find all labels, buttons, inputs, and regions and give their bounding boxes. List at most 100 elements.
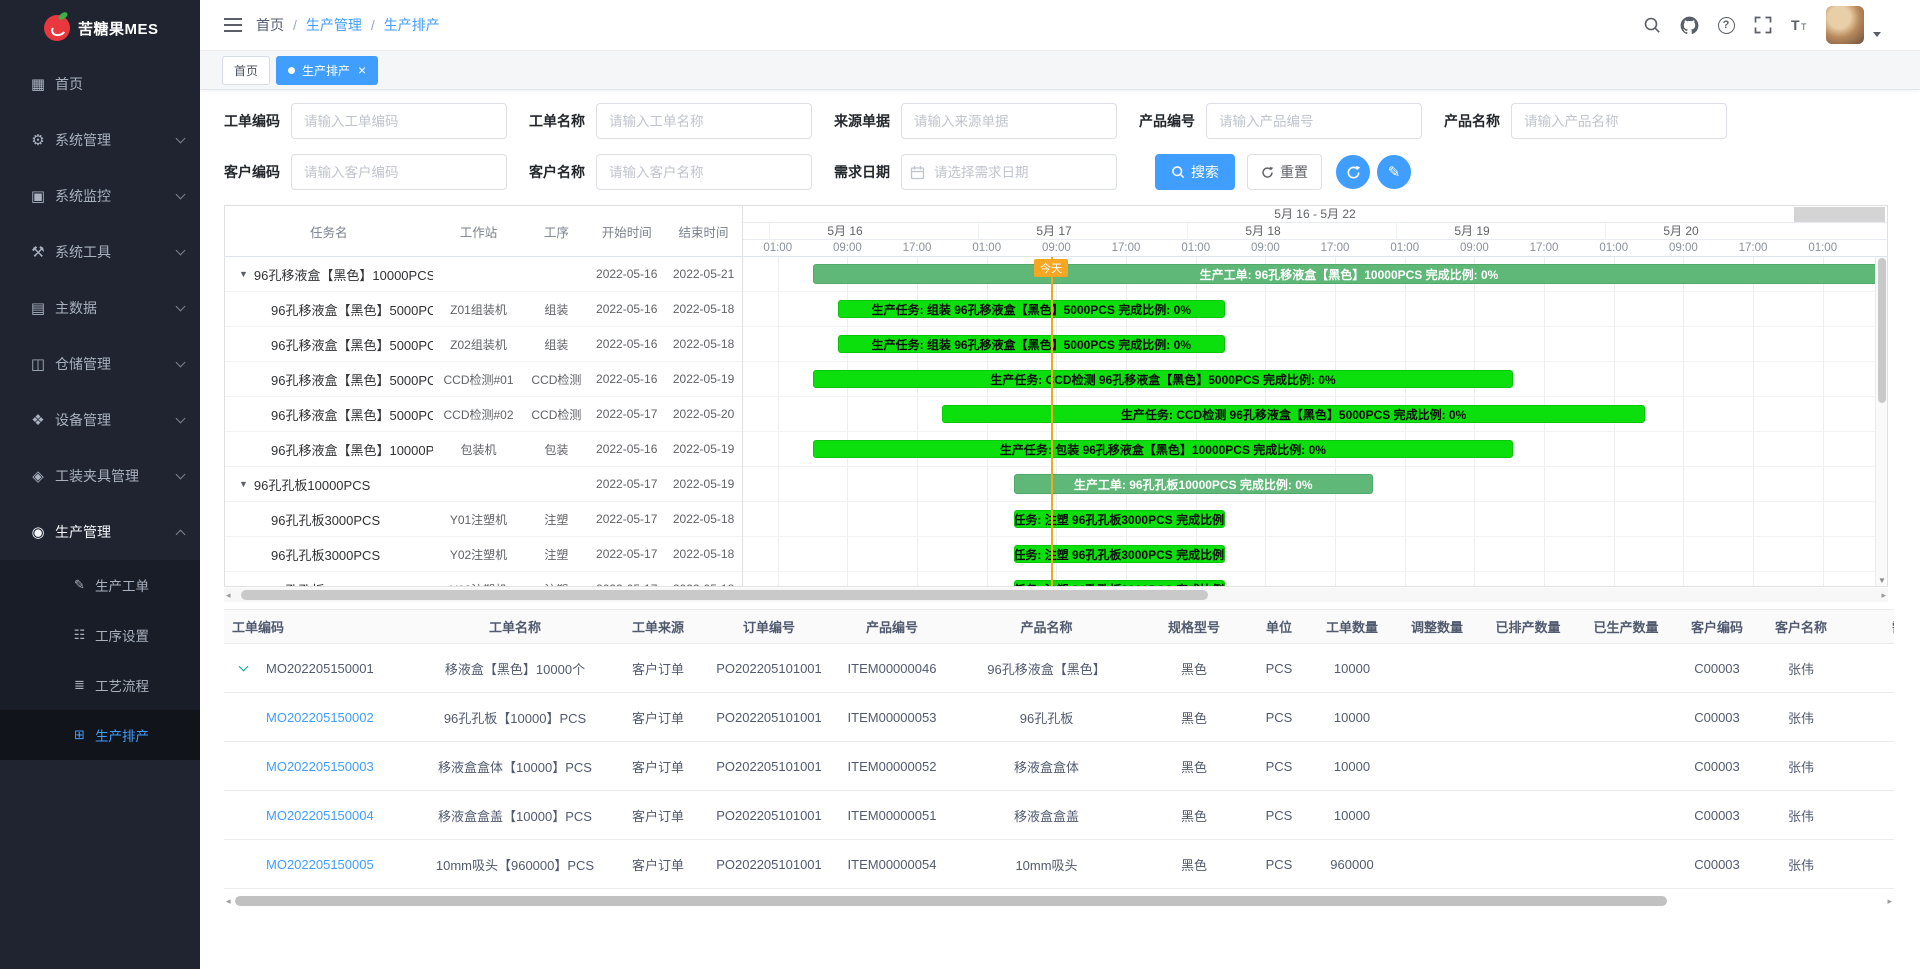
gantt-workorder-bar[interactable]: 生产工单: 96孔移液盒【黑色】10000PCS 完成比例: 0% <box>813 264 1875 284</box>
search-icon[interactable] <box>1641 14 1663 36</box>
gantt-row-line <box>743 501 1875 502</box>
refresh-button[interactable] <box>1336 155 1370 189</box>
breadcrumb-item[interactable]: / 生产管理 <box>284 15 362 35</box>
gantt-row-line <box>743 361 1875 362</box>
sidebar-menu-item[interactable]: ▤ 主数据 <box>0 280 200 336</box>
sidebar-submenu-item[interactable]: ☷ 工序设置 <box>0 610 200 660</box>
expand-chevron-icon[interactable] <box>239 661 249 671</box>
sidebar-menu-item[interactable]: ◈ 工装夹具管理 <box>0 448 200 504</box>
scroll-right-arrow[interactable]: ▸ <box>1887 894 1892 908</box>
order-row[interactable]: MO202205150002 96孔孔板【10000】PCS客户订单PO2022… <box>224 693 1894 742</box>
workorder-link[interactable]: MO202205150001 <box>266 661 374 676</box>
sidebar-menu-item[interactable]: ◫ 仓储管理 <box>0 336 200 392</box>
workorder-link[interactable]: MO202205150003 <box>266 759 374 774</box>
scroll-down-arrow[interactable]: ▼ <box>1876 576 1888 585</box>
scroll-right-arrow[interactable]: ▸ <box>1881 588 1886 602</box>
gantt-task-bar[interactable]: 生产任务: 组装 96孔移液盒【黑色】5000PCS 完成比例: 0% <box>838 335 1225 353</box>
reset-button[interactable]: 重置 <box>1247 154 1322 190</box>
breadcrumb-item[interactable]: / 生产排产 <box>362 15 440 35</box>
workorder-icon: ✎ <box>72 577 87 593</box>
order-row[interactable]: MO202205150004 移液盒盒盖【10000】PCS客户订单PO2022… <box>224 791 1894 840</box>
gantt-task-bar[interactable]: 生产任务: 包装 96孔移液盒【黑色】10000PCS 完成比例: 0% <box>813 440 1513 458</box>
page-tab[interactable]: 生产排产 × <box>276 56 378 85</box>
orders-column-header: 订单编号 <box>703 610 835 644</box>
gantt-task-bar[interactable]: 生产任务: 注塑 96孔孔板3000PCS 完成比例: 0% <box>1014 545 1225 563</box>
order-row[interactable]: MO202205150003 移液盒盒体【10000】PCS客户订单PO2022… <box>224 742 1894 791</box>
fixture-icon: ◈ <box>30 467 46 485</box>
gantt-day-label: 5月 19 <box>1396 223 1605 240</box>
breadcrumb-label[interactable]: 首页 <box>256 15 284 35</box>
filter-input[interactable] <box>901 154 1117 190</box>
gantt-hour-label: 01:00 <box>972 240 1001 256</box>
gantt-task-bar[interactable]: 生产任务: CCD检测 96孔移液盒【黑色】5000PCS 完成比例: 0% <box>942 405 1644 423</box>
sidebar-menu-item[interactable]: ▣ 系统监控 <box>0 168 200 224</box>
filter-input[interactable] <box>1206 103 1422 139</box>
search-button[interactable]: 搜索 <box>1155 154 1235 190</box>
close-icon[interactable]: × <box>358 63 366 77</box>
avatar-caret-icon[interactable] <box>1873 32 1881 37</box>
gantt-vertical-scrollbar[interactable]: ▼ <box>1875 257 1887 586</box>
workorder-link[interactable]: MO202205150005 <box>266 857 374 872</box>
gantt-grid-row[interactable]: ▼96孔孔板10000PCS2022-05-172022-05-19 <box>225 467 742 502</box>
fullscreen-icon[interactable] <box>1752 14 1774 36</box>
sidebar-toggle-icon[interactable] <box>224 17 242 33</box>
gantt-grid-row[interactable]: 96孔移液盒【黑色】5000PCSZ01组装机组装2022-05-162022-… <box>225 292 742 327</box>
gantt-task-bar[interactable]: 生产任务: CCD检测 96孔移液盒【黑色】5000PCS 完成比例: 0% <box>813 370 1513 388</box>
gantt-grid-row[interactable]: 96孔移液盒【黑色】5000PCSCCD检测#02CCD检测2022-05-17… <box>225 397 742 432</box>
gantt-grid-column-header: 结束时间 <box>665 222 742 241</box>
filter-input[interactable] <box>596 154 812 190</box>
orders-horizontal-scrollbar[interactable]: ◂ ▸ <box>224 894 1894 908</box>
sidebar-submenu-item[interactable]: ≣ 工艺流程 <box>0 660 200 710</box>
scrollbar-thumb[interactable] <box>235 896 1667 906</box>
tree-expand-icon[interactable]: ▼ <box>239 269 248 279</box>
gantt-grid-row[interactable]: 96孔移液盒【黑色】5000PCSZ02组装机组装2022-05-162022-… <box>225 327 742 362</box>
font-size-icon[interactable]: TT <box>1789 14 1811 36</box>
gantt-task-bar[interactable]: 生产任务: 注塑 96孔孔板3000PCS 完成比例: 0% <box>1014 510 1225 528</box>
sidebar-menu-item[interactable]: ◉ 生产管理 <box>0 504 200 560</box>
gantt-horizontal-scrollbar[interactable]: ◂ ▸ <box>224 588 1888 602</box>
filter-input[interactable] <box>1511 103 1727 139</box>
breadcrumb-item[interactable]: 首页 <box>256 15 284 35</box>
gantt-grid-column-header: 任务名 <box>225 222 433 241</box>
sidebar-menu-item[interactable]: ❖ 设备管理 <box>0 392 200 448</box>
gantt-grid-row[interactable]: 96孔孔板3000PCSY03注塑机注塑2022-05-172022-05-18 <box>225 572 742 586</box>
breadcrumb-label[interactable]: 生产管理 <box>306 15 362 35</box>
workorder-link[interactable]: MO202205150004 <box>266 808 374 823</box>
sidebar-menu-item[interactable]: ⚒ 系统工具 <box>0 224 200 280</box>
breadcrumb-label[interactable]: 生产排产 <box>384 15 440 35</box>
scroll-left-arrow[interactable]: ◂ <box>226 894 231 908</box>
sidebar-submenu-item[interactable]: ⊞ 生产排产 <box>0 710 200 760</box>
filter-field: 来源单据 <box>834 103 1117 139</box>
sidebar-submenu-item[interactable]: ✎ 生产工单 <box>0 560 200 610</box>
gantt-grid-row[interactable]: 96孔孔板3000PCSY02注塑机注塑2022-05-172022-05-18 <box>225 537 742 572</box>
gantt-task-bar[interactable]: 生产任务: 注塑 96孔孔板3000PCS 完成比例: 0% <box>1014 580 1225 586</box>
github-icon[interactable] <box>1678 14 1700 36</box>
sidebar-menu-item[interactable]: ▦ 首页 <box>0 56 200 112</box>
tree-expand-icon[interactable]: ▼ <box>239 479 248 489</box>
gantt-grid-row[interactable]: 96孔移液盒【黑色】5000PCSCCD检测#01CCD检测2022-05-16… <box>225 362 742 397</box>
gantt-workorder-bar[interactable]: 生产工单: 96孔孔板10000PCS 完成比例: 0% <box>1014 474 1373 494</box>
gantt-task-bar[interactable]: 生产任务: 组装 96孔移液盒【黑色】5000PCS 完成比例: 0% <box>838 300 1225 318</box>
sidebar-menu-item[interactable]: ⚙ 系统管理 <box>0 112 200 168</box>
scrollbar-thumb[interactable] <box>241 590 1208 600</box>
order-row[interactable]: MO202205150005 10mm吸头【960000】PCS客户订单PO20… <box>224 840 1894 889</box>
gantt-grid-row[interactable]: 96孔移液盒【黑色】10000PCS包装机包装2022-05-162022-05… <box>225 432 742 467</box>
filter-input[interactable] <box>291 103 507 139</box>
filter-input[interactable] <box>596 103 812 139</box>
scrollbar-thumb[interactable] <box>1878 258 1886 403</box>
gantt-hour-label: 09:00 <box>1251 240 1280 256</box>
sidebar-submenu-label: 生产排产 <box>95 725 149 745</box>
gantt-grid-row[interactable]: 96孔孔板3000PCSY01注塑机注塑2022-05-172022-05-18 <box>225 502 742 537</box>
order-row[interactable]: MO202205150001 移液盒【黑色】10000个客户订单PO202205… <box>224 644 1894 693</box>
edit-button[interactable]: ✎ <box>1377 155 1411 189</box>
chevron-icon <box>176 358 186 368</box>
scroll-left-arrow[interactable]: ◂ <box>226 588 231 602</box>
workorder-link[interactable]: MO202205150002 <box>266 710 374 725</box>
page-tab[interactable]: 首页 <box>222 56 270 85</box>
help-icon[interactable]: ? <box>1715 14 1737 36</box>
gantt-grid-row[interactable]: ▼96孔移液盒【黑色】10000PCS2022-05-162022-05-21 <box>225 257 742 292</box>
filter-input[interactable] <box>901 103 1117 139</box>
filter-input[interactable] <box>291 154 507 190</box>
filter-label: 客户名称 <box>529 162 585 182</box>
user-avatar[interactable] <box>1826 6 1864 44</box>
